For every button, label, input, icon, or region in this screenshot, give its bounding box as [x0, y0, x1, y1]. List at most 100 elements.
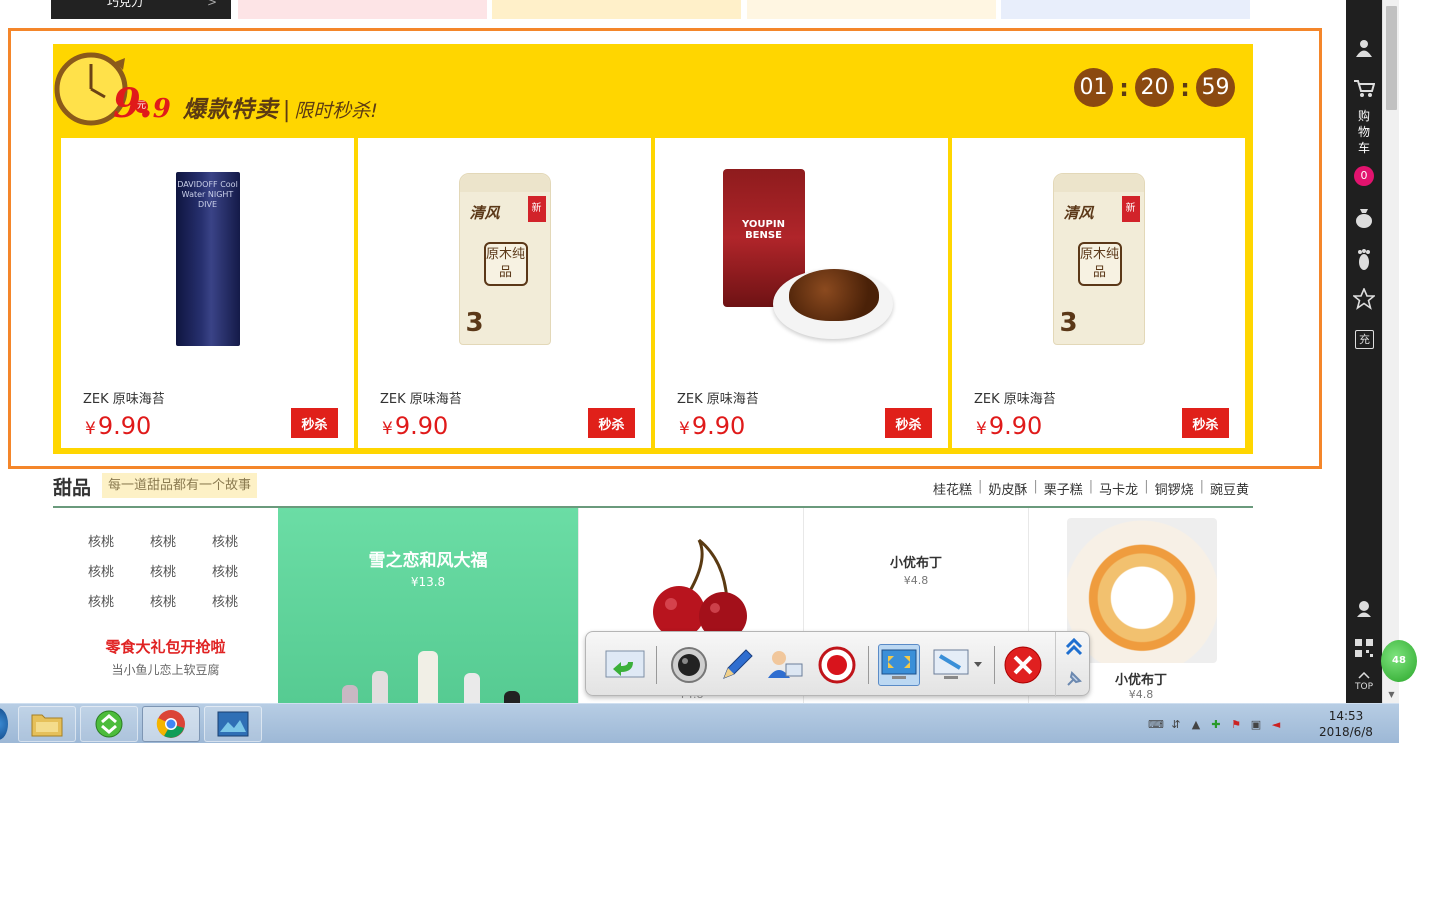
product-name[interactable]: ZEK 原味海苔 [83, 388, 165, 407]
product-title: 小优布丁 [889, 556, 942, 571]
product-image[interactable]: YOUPIN BENSE [717, 166, 893, 351]
customer-service-icon[interactable] [1346, 598, 1382, 623]
tissue-box-label: 原木纯品 [1077, 241, 1122, 286]
product-card[interactable]: 清风 新 原木纯品 3 ZEK 原味海苔 ¥9.90 秒杀 [358, 138, 651, 448]
subcategory-link[interactable]: 核桃 [88, 561, 150, 580]
action-center-flag-icon[interactable]: ⚑ [1226, 718, 1246, 731]
star-icon[interactable] [1346, 286, 1382, 315]
user-icon[interactable] [1346, 38, 1382, 63]
keyboard-icon[interactable]: ⌨ [1146, 718, 1166, 731]
tissue-count: 3 [1059, 307, 1078, 338]
product-image[interactable]: DAVIDOFF Cool Water NIGHT DIVE [123, 166, 293, 351]
subcategory-link[interactable]: 核桃 [88, 591, 150, 610]
currency-symbol: ¥ [85, 419, 96, 439]
featured-banner[interactable]: 雪之恋和风大福 ¥13.8 [278, 508, 578, 703]
section-slogan: 每一道甜品都有一个故事 [102, 473, 258, 498]
system-tray: ⌨ ⇵ ▲ ✚ ⚑ ▣ ◄ [1146, 704, 1286, 744]
subcategory-link[interactable]: 核桃 [150, 591, 212, 610]
cart-icon[interactable] [1346, 78, 1382, 103]
cart-label-text: 购 物 车 [1357, 109, 1370, 155]
back-to-top-button[interactable]: TOP [1346, 671, 1382, 692]
flash-buy-button[interactable]: 秒杀 [885, 408, 932, 438]
photo-viewer-taskbar-button[interactable] [204, 706, 262, 742]
category-button[interactable]: 巧克力 > [51, 0, 231, 19]
dessert-link[interactable]: 栗子糕 [1044, 479, 1083, 498]
scroll-thumb[interactable] [1386, 6, 1397, 110]
pin-toolbar-button[interactable] [1062, 668, 1086, 692]
vertical-scrollbar[interactable]: ▼ [1382, 0, 1399, 703]
banner-tile[interactable] [492, 0, 741, 19]
dessert-links: 桂花糕 | 奶皮酥 | 栗子糕 | 马卡龙 | 铜锣烧 | 豌豆黄 [933, 479, 1249, 498]
banner-tile[interactable] [1001, 0, 1250, 19]
subcategory-link[interactable]: 核桃 [150, 531, 212, 550]
product-name[interactable]: ZEK 原味海苔 [974, 388, 1056, 407]
price-value: 9.90 [97, 412, 152, 440]
subcategory-link[interactable]: 核桃 [150, 561, 212, 580]
dessert-link[interactable]: 奶皮酥 [988, 479, 1027, 498]
product-card[interactable]: DAVIDOFF Cool Water NIGHT DIVE ZEK 原味海苔 … [61, 138, 354, 448]
product-card[interactable]: 清风 新 原木纯品 3 ZEK 原味海苔 ¥9.90 秒杀 [952, 138, 1245, 448]
cart-label[interactable]: 购 物 车 [1346, 108, 1382, 156]
dessert-link[interactable]: 马卡龙 [1099, 479, 1138, 498]
start-button[interactable] [0, 708, 8, 740]
dessert-link[interactable]: 铜锣烧 [1155, 479, 1194, 498]
user-screen-button[interactable] [764, 644, 806, 686]
fullscreen-button[interactable] [878, 644, 920, 686]
security-plus-icon[interactable]: ✚ [1206, 718, 1226, 731]
top-label: TOP [1354, 682, 1373, 692]
product-image[interactable]: 清风 新 原木纯品 3 [1014, 166, 1184, 351]
banner-tile[interactable] [238, 0, 487, 19]
tissue-pack-image: 清风 新 原木纯品 3 [1052, 172, 1145, 345]
system-clock[interactable]: 14:53 2018/6/8 [1316, 708, 1376, 740]
record-button[interactable] [816, 644, 858, 686]
product-name[interactable]: ZEK 原味海苔 [380, 388, 462, 407]
speed-ball-widget[interactable]: 48 [1381, 640, 1417, 682]
product-card[interactable]: YOUPIN BENSE ZEK 原味海苔 ¥9.90 秒杀 [655, 138, 948, 448]
show-hidden-icons-icon[interactable]: ▲ [1186, 718, 1206, 731]
flash-buy-button[interactable]: 秒杀 [1182, 408, 1229, 438]
close-button[interactable] [1002, 644, 1044, 686]
qr-code-icon[interactable] [1346, 638, 1382, 663]
explorer-taskbar-button[interactable] [18, 706, 76, 742]
volume-muted-icon[interactable]: ◄ [1266, 718, 1286, 731]
price-value: 9.90 [394, 412, 449, 440]
ie-taskbar-button[interactable] [80, 706, 138, 742]
input-method-icon[interactable]: ⇵ [1166, 718, 1186, 731]
toolbar-divider [656, 646, 657, 684]
screenshot-return-button[interactable] [604, 644, 646, 686]
toolbar-side-panel [1055, 632, 1089, 697]
flash-buy-button[interactable]: 秒杀 [588, 408, 635, 438]
webcam-icon [671, 647, 707, 683]
user-computer-icon [768, 651, 803, 678]
subcategory-link[interactable]: 核桃 [88, 531, 150, 550]
subcategory-link[interactable]: 核桃 [212, 531, 274, 550]
collapse-toolbar-button[interactable] [1062, 636, 1086, 660]
dessert-header: 甜品 每一道甜品都有一个故事 桂花糕 | 奶皮酥 | 栗子糕 | 马卡龙 | 铜锣烧 | … [53, 470, 1253, 508]
pen-button[interactable] [716, 644, 758, 686]
section-title: 甜品 [53, 477, 92, 499]
subcategory-link[interactable]: 核桃 [212, 561, 274, 580]
scroll-down-arrow-icon[interactable]: ▼ [1383, 690, 1400, 699]
promo-block[interactable]: 零食大礼包开抢啦 当小鱼儿恋上软豆腐 [53, 636, 278, 678]
recharge-button[interactable]: 充 [1355, 330, 1374, 349]
dessert-link[interactable]: 豌豆黄 [1210, 479, 1249, 498]
promo-subtitle: 当小鱼儿恋上软豆腐 [111, 663, 220, 677]
clock-date: 2018/6/8 [1319, 725, 1373, 739]
product-price: ¥9.90 [85, 412, 151, 440]
fullscreen-icon [881, 649, 917, 679]
flash-buy-button[interactable]: 秒杀 [291, 408, 338, 438]
dessert-link[interactable]: 桂花糕 [933, 479, 972, 498]
chrome-taskbar-button[interactable] [142, 706, 200, 742]
money-bag-icon[interactable] [1346, 207, 1382, 234]
product-image[interactable]: 清风 新 原木纯品 3 [420, 166, 590, 351]
picture-icon [217, 711, 249, 737]
link-separator: | [1144, 479, 1149, 494]
display-select-button[interactable] [930, 644, 986, 686]
footprint-icon[interactable] [1346, 249, 1382, 278]
product-name[interactable]: ZEK 原味海苔 [677, 388, 759, 407]
banner-tile[interactable] [747, 0, 996, 19]
network-icon[interactable]: ▣ [1246, 718, 1266, 731]
subcategory-link[interactable]: 核桃 [212, 591, 274, 610]
chevron-up-icon [1358, 671, 1370, 679]
camera-button[interactable] [668, 644, 710, 686]
